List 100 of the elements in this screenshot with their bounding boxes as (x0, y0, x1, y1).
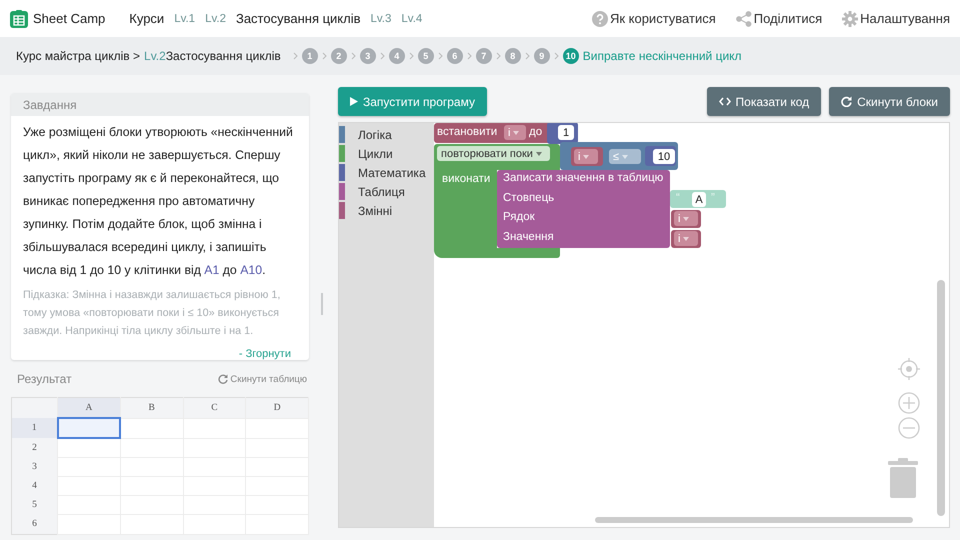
breadcrumb-link[interactable]: Курс майстра циклів > (16, 49, 140, 63)
level-link[interactable]: Lv.2 (205, 12, 226, 24)
share-icon (736, 10, 752, 26)
step-button[interactable]: 2 (330, 48, 347, 64)
column-header: A (58, 398, 120, 418)
zoom-in-icon[interactable] (898, 392, 920, 414)
loop-block-header[interactable]: повторювати поки (434, 144, 560, 170)
step-button[interactable]: 1 (302, 48, 318, 64)
operator-dropdown[interactable]: ≤ (609, 149, 641, 164)
write-cell-block[interactable]: Записати значення в таблицю Стовпець Рядок Значення (497, 170, 670, 248)
quote-mark: ” (711, 192, 715, 204)
collapse-link[interactable]: - Згорнути (238, 348, 291, 360)
block-label: Стовпець (503, 192, 554, 204)
level-label: Lv.2 (144, 49, 166, 63)
vertical-scrollbar[interactable] (937, 280, 945, 516)
step-button[interactable]: 10 (562, 48, 579, 64)
help-link[interactable]: Як користуватися (592, 10, 716, 26)
step-button[interactable]: 3 (360, 48, 376, 64)
selected-cell[interactable] (58, 418, 120, 438)
task-text: Уже розміщені блоки утворюють «нескінченний цикл», який ніколи не завершується. Спершу запустіть програму як є й переконайтеся, що виникає попередження про автоматичну зупинку. Потім додайте блок, щоб змінна i збільшувалася всередині циклу, і запишіть числа від 1 до 10 у клітинки від A1 до A10. (22, 124, 294, 279)
text-block[interactable]: “ A ” (670, 190, 726, 208)
step-button[interactable]: 5 (418, 48, 434, 64)
show-code-button[interactable]: Показати код (706, 87, 822, 116)
loop-block-footer[interactable] (434, 248, 560, 258)
row-header: 6 (12, 514, 58, 534)
zoom-out-icon[interactable] (898, 417, 920, 439)
column-header: D (246, 398, 308, 418)
step-button[interactable]: 6 (446, 48, 463, 64)
toolbox-category[interactable]: Змінні (339, 201, 434, 220)
block-label: Рядок (503, 211, 535, 223)
share-link[interactable]: Поділитися (736, 10, 822, 26)
hint-text: Підказка: Змінна i назавжди залишається рівною 1, тому умова «повторювати поки i ≤ 10» виконується завжди. Наприкінці тіла циклу збільште i на 1. (22, 288, 282, 339)
variable-dropdown[interactable]: i (674, 231, 698, 246)
number-block[interactable]: 1 (547, 123, 578, 144)
level-link[interactable]: Lv.1 (174, 12, 196, 24)
row-header: 4 (12, 476, 58, 496)
row-header: 5 (12, 496, 58, 514)
condition-dropdown[interactable]: повторювати поки (437, 146, 550, 161)
step-button[interactable]: 8 (504, 48, 521, 64)
text-field[interactable]: A (692, 192, 706, 207)
trash-icon[interactable] (888, 458, 918, 498)
recenter-icon[interactable] (898, 358, 920, 380)
refresh-icon (841, 96, 852, 107)
step-button[interactable]: 9 (534, 48, 550, 64)
level-link[interactable]: Lv.4 (401, 12, 422, 24)
nav-link[interactable]: Застосування циклів (236, 11, 361, 26)
variable-block[interactable]: i (571, 147, 603, 166)
table-cell[interactable] (58, 438, 120, 458)
step-title: Виправте нескінченний цикл (582, 49, 742, 63)
settings-icon (842, 10, 858, 26)
variable-dropdown[interactable]: i (504, 125, 526, 140)
chevron-icon (380, 52, 385, 60)
level-link[interactable]: Lv.3 (370, 12, 392, 24)
reset-blocks-button[interactable]: Скинути блоки (829, 87, 950, 116)
row-header: 1 (12, 418, 58, 438)
refresh-icon (218, 374, 228, 384)
chevron-icon (466, 52, 472, 60)
horizontal-scrollbar[interactable] (595, 517, 913, 523)
block-label: Записати значення в таблицю (503, 172, 664, 184)
step-button[interactable]: 4 (388, 48, 405, 64)
variable-dropdown[interactable]: i (574, 149, 598, 164)
table-cell[interactable] (120, 418, 183, 438)
variable-block[interactable]: i (671, 230, 701, 248)
toolbox-category[interactable]: Таблиця (339, 182, 434, 201)
toolbox-category[interactable]: Математика (339, 163, 434, 182)
block-label: встановити (437, 126, 498, 138)
result-title: Результат (17, 372, 72, 386)
row-header: 2 (12, 438, 58, 458)
variable-block[interactable]: i (671, 210, 701, 228)
number-field[interactable]: 1 (558, 125, 574, 140)
run-button[interactable]: Запустити програму (338, 87, 487, 116)
number-field[interactable]: 10 (653, 149, 675, 164)
number-block[interactable]: 10 (645, 146, 676, 166)
settings-link[interactable]: Налаштування (842, 10, 950, 26)
loop-block-arm[interactable]: виконати (434, 170, 497, 248)
chevron-icon (554, 52, 559, 60)
variable-dropdown[interactable]: i (674, 211, 698, 226)
row-header: 3 (12, 458, 58, 476)
chevron-icon (496, 52, 501, 60)
set-variable-block[interactable]: встановити i до 1 (434, 123, 578, 143)
block-label: до (529, 126, 542, 138)
code-icon (718, 97, 731, 106)
table-cell[interactable] (58, 514, 120, 534)
table-cell[interactable] (120, 438, 183, 458)
column-header: B (120, 398, 183, 418)
toolbox-category[interactable]: Цикли (339, 144, 434, 163)
nav-link[interactable]: Курси (129, 11, 164, 26)
step-button[interactable]: 7 (476, 48, 492, 64)
chevron-icon (292, 52, 298, 60)
chevron-icon (524, 52, 530, 60)
lesson-title: Застосування циклів (166, 49, 281, 63)
compare-block[interactable]: i ≤ 10 (560, 142, 678, 170)
reset-table-link[interactable]: Скинути таблицю (218, 374, 307, 384)
column-header: C (183, 398, 246, 418)
toolbox-category[interactable]: Логіка (339, 125, 434, 144)
help-icon (592, 10, 608, 26)
chevron-icon (322, 52, 327, 60)
play-icon (350, 97, 358, 106)
splitter-handle[interactable] (321, 293, 323, 315)
chevron-icon (438, 52, 443, 60)
